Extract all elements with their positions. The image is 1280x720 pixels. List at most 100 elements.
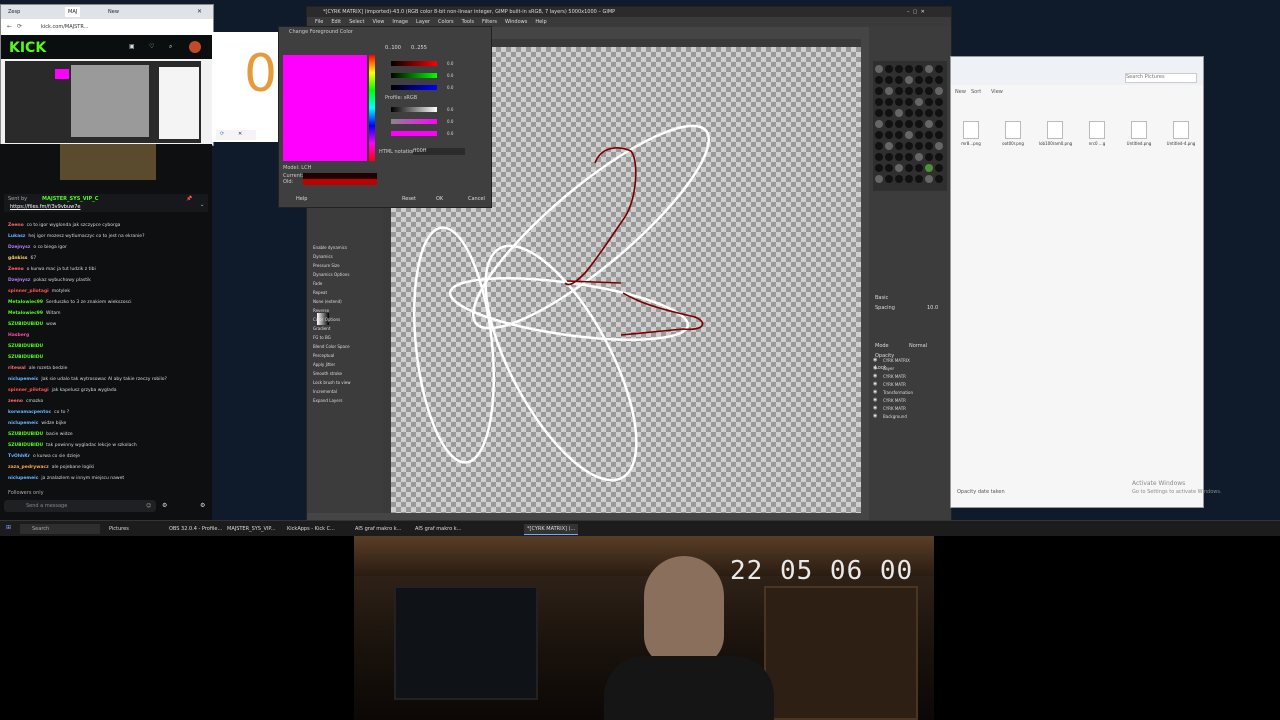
file-item[interactable]: nrc0 ...g [1081, 121, 1113, 146]
scale-100[interactable]: 0..100 [385, 45, 401, 52]
tool-option[interactable]: Repeat [313, 290, 327, 296]
chat-username[interactable]: SZUBIDUBIDU [8, 443, 43, 448]
brush-preset[interactable] [925, 153, 933, 161]
heart-icon[interactable]: ♡ [149, 43, 154, 51]
brush-preset[interactable] [875, 175, 883, 183]
menu-item[interactable]: Image [392, 19, 408, 25]
brush-preset[interactable] [885, 65, 893, 73]
pin-icon[interactable]: 📌 [186, 196, 192, 203]
tab-majster[interactable]: MAJ [65, 7, 81, 17]
chat-username[interactable]: Zeeno [8, 223, 24, 228]
file-item[interactable]: oot00r.png [997, 121, 1029, 146]
blue-slider[interactable] [391, 85, 437, 90]
chat-username[interactable]: Dzejnysz [8, 278, 30, 283]
chat-username[interactable]: niclupemeic [8, 377, 38, 382]
brush-preset[interactable] [925, 98, 933, 106]
brush-preset[interactable] [915, 142, 923, 150]
layer-row[interactable]: Transformation [883, 389, 947, 396]
message-input[interactable]: Send a message ☺ [4, 500, 156, 512]
tool-option[interactable]: Expand Layers [313, 398, 342, 404]
brush-preset[interactable] [915, 120, 923, 128]
avatar[interactable] [189, 41, 201, 53]
mode-select[interactable]: Normal [909, 343, 927, 350]
brush-preset[interactable] [875, 142, 883, 150]
library-icon[interactable]: ▣ [129, 43, 135, 51]
brush-preset[interactable] [935, 87, 943, 95]
brush-preset[interactable] [895, 142, 903, 150]
brush-preset[interactable] [885, 109, 893, 117]
html-notation-input[interactable]: ff00ff [413, 148, 465, 155]
layer-row[interactable]: CYRK MATRIX [883, 357, 947, 364]
cancel-button[interactable]: Cancel [465, 195, 488, 203]
close-icon[interactable]: ✕ [238, 131, 242, 138]
chat-username[interactable]: Lukasz [8, 234, 25, 239]
file-item[interactable]: lob100ram0.png [1039, 121, 1072, 146]
brush-preset[interactable] [915, 164, 923, 172]
close-icon[interactable]: ✕ [197, 8, 202, 15]
red-slider[interactable] [391, 61, 437, 66]
tool-option[interactable]: Lock brush to view [313, 380, 351, 386]
brush-preset[interactable] [885, 153, 893, 161]
brush-preset[interactable] [915, 87, 923, 95]
brush-preset[interactable] [925, 142, 933, 150]
chroma-value[interactable]: 0.0 [447, 119, 453, 124]
brush-preset[interactable] [905, 87, 913, 95]
file-item[interactable]: Untitled-4.png [1165, 121, 1197, 146]
brush-preset[interactable] [905, 142, 913, 150]
brush-preset[interactable] [925, 76, 933, 84]
brush-preset[interactable] [895, 98, 903, 106]
taskbar-app[interactable]: *[CYRK MATRIX] (... [524, 524, 579, 535]
gear-icon[interactable]: ⚙ [200, 502, 205, 510]
brush-preset[interactable] [875, 120, 883, 128]
tool-option[interactable]: None (extend) [313, 299, 342, 305]
brush-preset[interactable] [885, 142, 893, 150]
brushes-grid[interactable] [873, 61, 947, 191]
chat-username[interactable]: Metalowiec99 [8, 300, 43, 305]
brush-preset[interactable] [885, 98, 893, 106]
brush-preset[interactable] [925, 65, 933, 73]
tab-zesp[interactable]: Zesp [5, 7, 23, 17]
brush-preset[interactable] [915, 76, 923, 84]
tool-option[interactable]: Apply Jitter [313, 362, 335, 368]
chat-username[interactable]: zaza_pedrywacz [8, 465, 49, 470]
tool-option[interactable]: Pressure Size [313, 263, 340, 269]
chat-username[interactable]: SZUBIDUBIDU [8, 344, 43, 349]
green-slider[interactable] [391, 73, 437, 78]
menu-item[interactable]: Layer [416, 19, 430, 25]
taskbar-app[interactable]: AI5 graf makro k... [352, 524, 404, 534]
tool-option[interactable]: Fade [313, 281, 322, 287]
chat-username[interactable]: Metalowiec99 [8, 311, 43, 316]
tab-new[interactable]: New [105, 7, 122, 17]
chroma-slider[interactable] [391, 119, 437, 124]
eye-icon[interactable]: ◉ [873, 413, 877, 420]
brush-preset[interactable] [885, 175, 893, 183]
tool-option[interactable]: Perceptual [313, 353, 334, 359]
brush-preset[interactable] [875, 164, 883, 172]
chat-username[interactable]: zeeno [8, 399, 23, 404]
chat-username[interactable]: ritewal [8, 366, 26, 371]
lightness-slider[interactable] [391, 107, 437, 112]
brush-preset[interactable] [905, 164, 913, 172]
tool-option[interactable]: Smooth stroke [313, 371, 342, 377]
tool-option[interactable]: Blend Color Space [313, 344, 350, 350]
menu-item[interactable]: Filters [482, 19, 497, 25]
menu-item[interactable]: Edit [331, 19, 341, 25]
layer-row[interactable]: CYRK MATR [883, 397, 947, 404]
chat-settings-icon[interactable]: ⚙ [162, 502, 167, 510]
refresh-icon[interactable]: ⟳ [17, 23, 22, 31]
hue-slider[interactable] [391, 131, 437, 136]
chat-username[interactable]: SZUBIDUBIDU [8, 322, 43, 327]
menu-item[interactable]: Tools [462, 19, 474, 25]
chat-username[interactable]: SZUBIDUBIDU [8, 355, 43, 360]
layer-row[interactable]: Layer [883, 365, 947, 372]
brush-preset[interactable] [875, 98, 883, 106]
eye-icon[interactable]: ◉ [873, 405, 877, 412]
brush-preset[interactable] [895, 109, 903, 117]
chat-username[interactable]: korwamacpentoc [8, 410, 51, 415]
brush-preset[interactable] [875, 87, 883, 95]
emoji-icon[interactable]: ☺ [146, 503, 151, 510]
brush-preset[interactable] [915, 175, 923, 183]
layer-row[interactable]: CYRK MATR [883, 373, 947, 380]
layer-row[interactable]: Background [883, 413, 947, 420]
brush-preset[interactable] [905, 109, 913, 117]
